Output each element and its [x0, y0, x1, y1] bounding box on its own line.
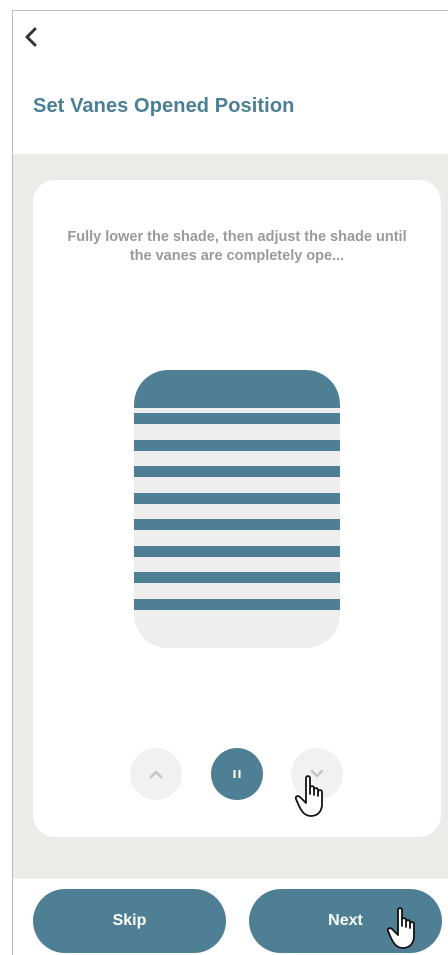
shade-headrail: [134, 370, 340, 408]
page-title: Set Vanes Opened Position: [33, 95, 295, 117]
instruction-text: Fully lower the shade, then adjust the s…: [67, 229, 407, 264]
back-button[interactable]: [19, 25, 43, 49]
chevron-down-icon: [310, 769, 324, 778]
instruction-card: Fully lower the shade, then adjust the s…: [33, 180, 441, 837]
shade-vane: [134, 440, 340, 451]
chevron-up-icon: [149, 770, 163, 779]
shade-vane: [134, 413, 340, 424]
header: Set Vanes Opened Position: [13, 11, 448, 154]
stop-shade-button[interactable]: [211, 748, 263, 800]
skip-button[interactable]: Skip: [33, 889, 226, 953]
shade-illustration: [134, 370, 340, 648]
lower-shade-button[interactable]: [291, 748, 343, 800]
screen-frame: Set Vanes Opened Position Fully lower th…: [12, 10, 448, 955]
raise-shade-button[interactable]: [130, 748, 182, 800]
content-area: Fully lower the shade, then adjust the s…: [13, 154, 448, 879]
shade-vane: [134, 466, 340, 477]
shade-vane: [134, 546, 340, 557]
chevron-left-icon: [25, 27, 37, 47]
footer: Skip Next: [13, 879, 448, 955]
shade-vane: [134, 493, 340, 504]
pause-icon: [233, 770, 241, 778]
shade-vane: [134, 599, 340, 610]
shade-vane: [134, 519, 340, 530]
shade-vane: [134, 572, 340, 583]
next-button[interactable]: Next: [249, 889, 442, 953]
